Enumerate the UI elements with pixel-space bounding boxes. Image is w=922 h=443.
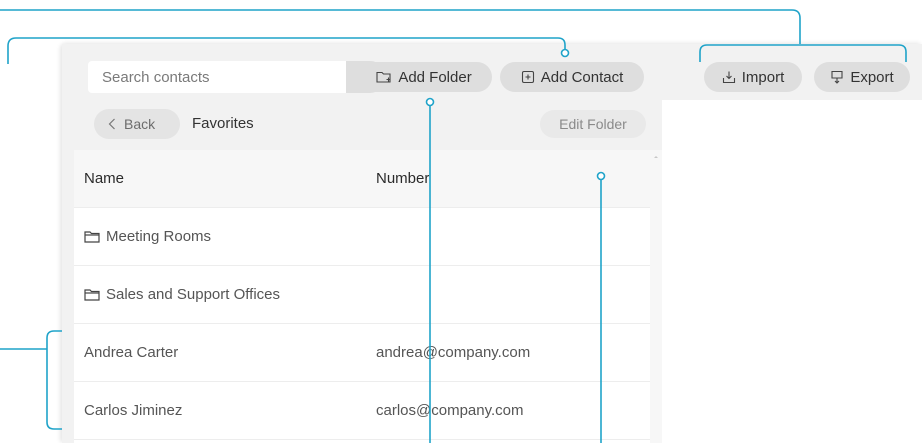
detail-pane	[662, 100, 922, 443]
add-contact-button[interactable]: Add Contact	[500, 62, 644, 92]
import-icon	[722, 71, 735, 84]
import-label: Import	[741, 68, 785, 86]
column-header-number[interactable]: Number	[376, 170, 429, 187]
contacts-panel: Add Folder Add Contact Import Export	[62, 44, 922, 443]
row-number: andrea@company.com	[376, 344, 531, 361]
folder-plus-icon	[376, 71, 391, 83]
table-row[interactable]: Carlos Jiminez carlos@company.com	[74, 382, 650, 440]
row-name: Sales and Support Offices	[84, 286, 280, 303]
back-label: Back	[124, 116, 156, 132]
row-number: carlos@company.com	[376, 402, 524, 419]
export-icon	[831, 70, 843, 84]
contacts-table: Name Number Meeting Rooms Sales and Supp…	[74, 150, 650, 443]
folder-title: Favorites	[192, 115, 254, 132]
import-button[interactable]: Import	[704, 62, 802, 92]
add-contact-label: Add Contact	[540, 68, 624, 86]
row-name: Carlos Jiminez	[84, 402, 182, 419]
chevron-left-icon	[108, 118, 115, 130]
table-row[interactable]: Andrea Carter andrea@company.com	[74, 324, 650, 382]
table-row[interactable]: Meeting Rooms	[74, 208, 650, 266]
export-button[interactable]: Export	[814, 62, 910, 92]
export-label: Export	[850, 68, 894, 86]
edit-folder-button[interactable]: Edit Folder	[540, 110, 646, 138]
folder-icon	[84, 231, 100, 243]
add-folder-button[interactable]: Add Folder	[356, 62, 492, 92]
column-header-name[interactable]: Name	[84, 170, 124, 187]
back-button[interactable]: Back	[94, 109, 180, 139]
scrollbar[interactable]	[650, 150, 662, 443]
folder-header: Back Favorites Edit Folder	[74, 100, 662, 150]
contact-plus-icon	[521, 70, 534, 84]
table-row[interactable]: Sales and Support Offices	[74, 266, 650, 324]
table-header: Name Number	[74, 150, 650, 208]
row-name-text: Sales and Support Offices	[106, 286, 280, 303]
row-name: Andrea Carter	[84, 344, 178, 361]
search-field[interactable]	[88, 61, 346, 93]
folder-icon	[84, 289, 100, 301]
row-name: Meeting Rooms	[84, 228, 211, 245]
row-name-text: Carlos Jiminez	[84, 402, 183, 419]
row-name-text: Meeting Rooms	[106, 228, 212, 245]
search-input[interactable]	[100, 67, 346, 87]
toolbar: Add Folder Add Contact Import Export	[62, 44, 922, 100]
callout-import-export	[0, 9, 801, 44]
scroll-up-icon	[654, 156, 658, 158]
row-name-text: Andrea Carter	[84, 344, 179, 361]
add-folder-label: Add Folder	[398, 68, 472, 86]
callout-rows-bracket	[46, 330, 62, 430]
